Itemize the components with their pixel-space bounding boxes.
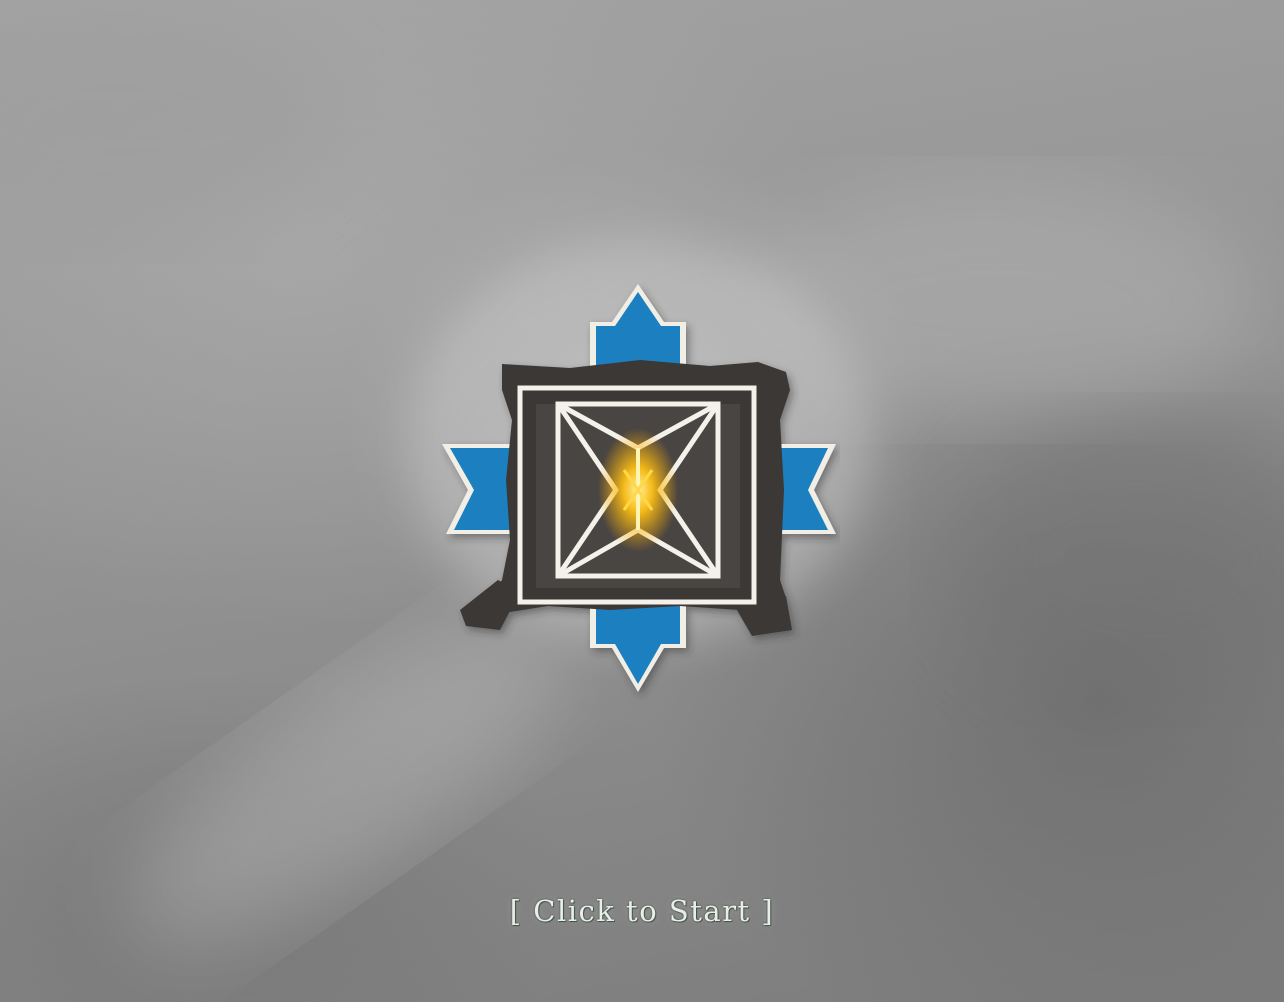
emblem-top-arm [590, 284, 686, 372]
click-to-start-button[interactable]: [ Click to Start ] [0, 888, 1284, 934]
start-label: [ Click to Start ] [509, 894, 775, 928]
emblem-bottom-arm [590, 598, 686, 692]
emblem-glow-core [598, 428, 678, 552]
game-emblem [442, 284, 836, 692]
